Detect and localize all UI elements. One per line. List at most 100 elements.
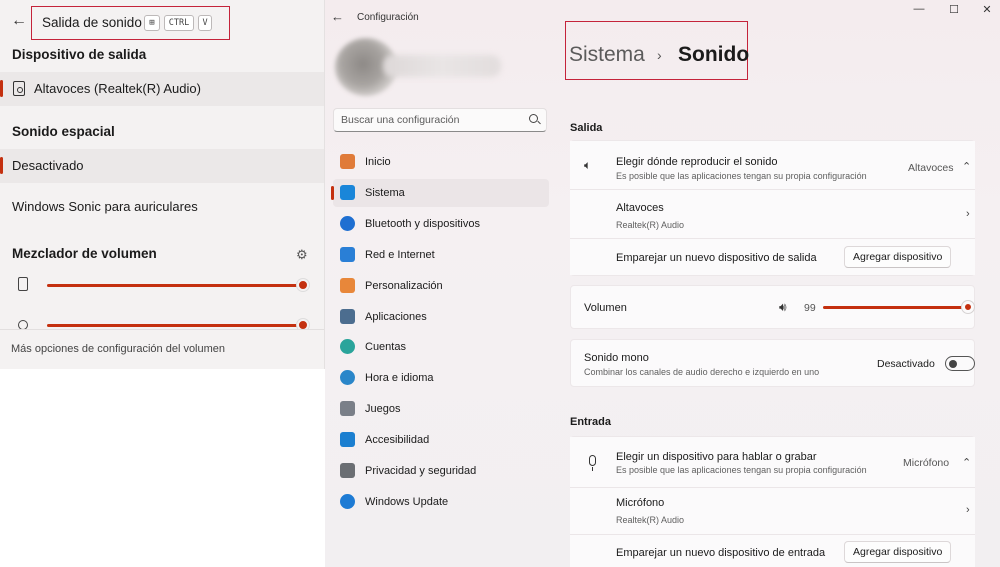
volume-value: 99 <box>804 302 816 314</box>
mixer-slider-thumb[interactable] <box>297 319 309 329</box>
page-title: Sonido <box>678 43 750 66</box>
sidebar-item-accesibilidad[interactable]: Accesibilidad <box>333 426 549 454</box>
volume-slider-track[interactable] <box>823 306 969 309</box>
volume-mixer-header: Mezclador de volumen <box>12 246 157 261</box>
sidebar-item-label: Personalización <box>365 279 443 292</box>
chevron-right-icon: › <box>966 504 970 516</box>
chevron-up-icon[interactable]: ⌃ <box>962 160 971 173</box>
apps-icon <box>340 308 355 324</box>
sidebar-item-juegos[interactable]: Juegos <box>333 395 549 423</box>
system-icon <box>340 184 355 200</box>
mono-audio-title: Sonido mono <box>584 352 649 364</box>
pair-output-label: Emparejar un nuevo dispositivo de salida <box>616 252 817 264</box>
chevron-up-icon[interactable]: ⌃ <box>962 456 971 469</box>
spatial-option-windows-sonic[interactable]: Windows Sonic para auriculares <box>0 190 324 224</box>
sidebar-item-privacidad-y-seguridad[interactable]: Privacidad y seguridad <box>333 457 549 485</box>
mono-audio-subtitle: Combinar los canales de audio derecho e … <box>584 367 820 377</box>
speaker-icon <box>18 277 28 291</box>
microphone-icon <box>589 455 596 471</box>
chevron-right-icon: › <box>966 208 970 220</box>
sidebar-item-label: Red e Internet <box>365 248 435 261</box>
volume-card: Volumen 🔊︎ 99 <box>570 285 975 329</box>
minimize-icon[interactable]: — <box>905 3 933 19</box>
mono-audio-state: Desactivado <box>877 358 935 370</box>
flyout-panel: ← Salida de sonido ⊞ CTRL V Dispositivo … <box>0 0 325 369</box>
search-icon <box>529 114 538 123</box>
sidebar-item-personalización[interactable]: Personalización <box>333 272 549 300</box>
wifi-icon <box>340 246 355 262</box>
flyout-header: ← Salida de sonido ⊞ CTRL V <box>0 0 325 44</box>
sound-output-flyout: ← Salida de sonido ⊞ CTRL V Dispositivo … <box>0 0 325 567</box>
sidebar-item-cuentas[interactable]: Cuentas <box>333 333 549 361</box>
window-title: Configuración <box>357 12 419 23</box>
output-device-title: Altavoces <box>616 202 664 214</box>
sidebar-item-label: Juegos <box>365 403 401 416</box>
choose-input-row[interactable]: Elegir un dispositivo para hablar o grab… <box>570 437 975 487</box>
mixer-slider-track[interactable] <box>47 284 303 287</box>
add-output-device-button[interactable]: Agregar dispositivo <box>844 246 952 268</box>
search-placeholder: Buscar una configuración <box>341 114 460 126</box>
gamepad-icon <box>340 401 355 417</box>
pair-output-row: Emparejar un nuevo dispositivo de salida… <box>570 239 975 275</box>
choose-output-row[interactable]: 🔈︎ Elegir dónde reproducir el sonido Es … <box>570 141 975 189</box>
mixer-row-speaker <box>0 274 324 296</box>
close-icon[interactable]: ✕ <box>973 3 1000 19</box>
shield-icon <box>340 463 355 478</box>
sidebar-item-label: Windows Update <box>365 495 449 508</box>
windows-key-icon: ⊞ <box>144 15 160 31</box>
mono-audio-toggle[interactable] <box>945 356 975 371</box>
sidebar-item-red-e-internet[interactable]: Red e Internet <box>333 241 549 269</box>
output-device-subtitle: Realtek(R) Audio <box>616 220 685 230</box>
input-section-header: Entrada <box>570 416 611 428</box>
choose-input-value: Micrófono <box>903 457 950 469</box>
sidebar-item-label: Sistema <box>365 186 405 199</box>
sidebar-item-label: Privacidad y seguridad <box>365 465 477 477</box>
v-key: V <box>198 15 212 31</box>
sidebar-item-label: Cuentas <box>365 341 406 354</box>
sidebar-item-label: Bluetooth y dispositivos <box>365 217 480 230</box>
mono-audio-card: Sonido mono Combinar los canales de audi… <box>570 339 975 387</box>
breadcrumb: Sistema › Sonido <box>565 21 750 80</box>
selected-indicator <box>0 157 3 174</box>
add-input-device-button[interactable]: Agregar dispositivo <box>844 541 952 563</box>
output-device-row[interactable]: Altavoces Realtek(R) Audio › <box>570 190 975 238</box>
speaker-icon <box>13 81 25 96</box>
arrow-left-icon[interactable]: ← <box>331 9 344 24</box>
more-volume-options-link[interactable]: Más opciones de configuración del volume… <box>0 329 324 369</box>
output-device-item[interactable]: Altavoces (Realtek(R) Audio) <box>0 72 324 106</box>
selected-indicator <box>331 185 334 200</box>
mixer-slider-track[interactable] <box>47 324 303 327</box>
sidebar-item-inicio[interactable]: Inicio <box>333 148 549 176</box>
input-device-row[interactable]: Micrófono Realtek(R) Audio › <box>570 488 975 534</box>
profile-name <box>383 55 501 77</box>
sidebar-item-aplicaciones[interactable]: Aplicaciones <box>333 303 549 331</box>
mixer-slider-thumb[interactable] <box>297 279 309 291</box>
breadcrumb-parent[interactable]: Sistema <box>569 43 645 67</box>
choose-output-value: Altavoces <box>908 162 954 174</box>
sidebar-item-windows-update[interactable]: Windows Update <box>333 488 549 516</box>
spatial-option-off[interactable]: Desactivado <box>0 149 324 183</box>
sidebar-item-label: Aplicaciones <box>365 310 427 323</box>
selected-indicator <box>0 80 3 97</box>
choose-output-subtitle: Es posible que las aplicaciones tengan s… <box>616 171 867 181</box>
sidebar-item-label: Hora e idioma <box>365 372 434 385</box>
pair-input-row: Emparejar un nuevo dispositivo de entrad… <box>570 535 975 567</box>
search-input[interactable]: Buscar una configuración <box>333 108 547 132</box>
spatial-option-label: Windows Sonic para auriculares <box>12 199 198 214</box>
sidebar-item-bluetooth-y-dispositivos[interactable]: Bluetooth y dispositivos <box>333 210 549 238</box>
speaker-volume-icon[interactable]: 🔊︎ <box>779 300 787 315</box>
input-device-title: Micrófono <box>616 497 665 509</box>
ctrl-key: CTRL <box>164 15 194 31</box>
volume-label: Volumen <box>584 302 627 314</box>
brush-icon <box>340 277 355 293</box>
sidebar-item-hora-e-idioma[interactable]: Hora e idioma <box>333 364 549 392</box>
volume-slider-thumb[interactable] <box>961 301 974 313</box>
sidebar-item-sistema[interactable]: Sistema <box>331 178 549 207</box>
account-icon <box>340 339 355 355</box>
flyout-title: Salida de sonido <box>42 15 142 30</box>
maximize-icon[interactable]: ☐ <box>940 3 968 19</box>
gear-icon[interactable]: ⚙ <box>296 247 308 263</box>
arrow-left-icon[interactable]: ← <box>8 10 30 32</box>
choose-input-title: Elegir un dispositivo para hablar o grab… <box>616 451 817 463</box>
output-device-label: Altavoces (Realtek(R) Audio) <box>34 81 201 96</box>
